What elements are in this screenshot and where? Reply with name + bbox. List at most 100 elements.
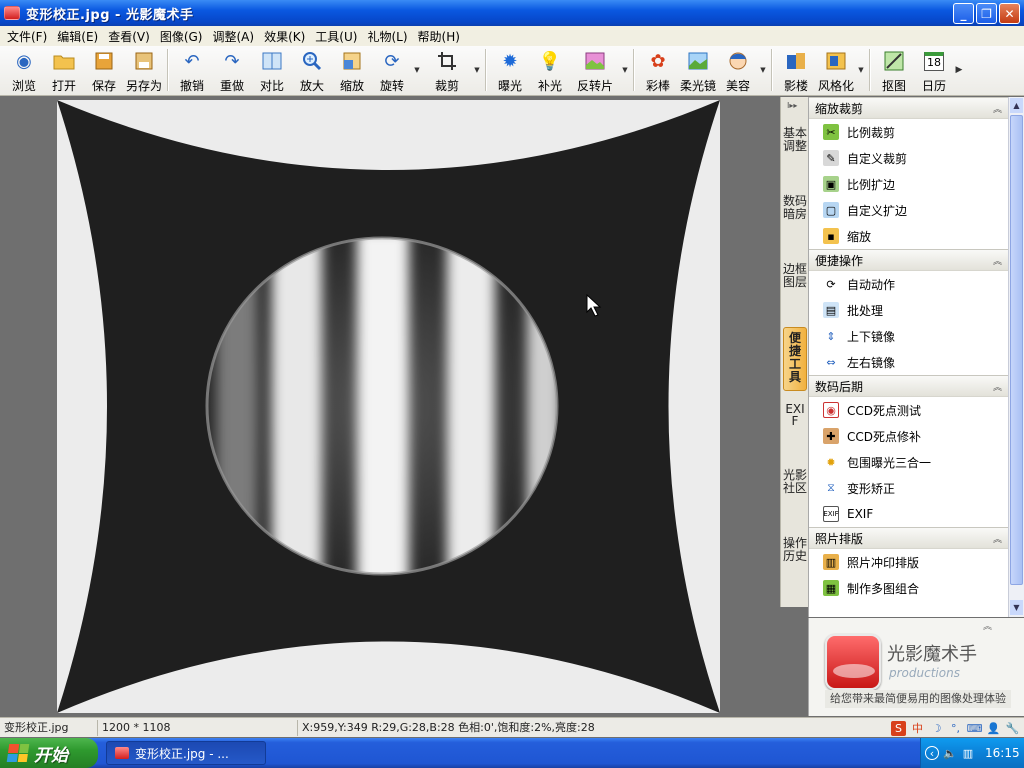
exposure-button[interactable]: ✹ 曝光: [490, 46, 530, 94]
fill-light-button[interactable]: 💡 补光: [530, 46, 570, 94]
scroll-up-icon[interactable]: ▲: [1010, 98, 1023, 113]
menu-file[interactable]: 文件(F): [2, 28, 52, 45]
panel-item-custom-border[interactable]: ▢ 自定义扩边: [809, 197, 1008, 223]
panel-scrollbar[interactable]: ▲ ▼: [1008, 97, 1024, 617]
color-wand-button[interactable]: ✿ 彩棒: [638, 46, 678, 94]
zoom-in-button[interactable]: 放大: [292, 46, 332, 94]
image-canvas[interactable]: [0, 97, 780, 717]
tab-community[interactable]: 光影社区: [783, 469, 807, 527]
collapse-icon[interactable]: ︽: [993, 102, 1002, 115]
save-button[interactable]: 保存: [84, 46, 124, 94]
open-button[interactable]: 打开: [44, 46, 84, 94]
wrench-icon[interactable]: 🔧: [1005, 721, 1020, 736]
toolbar-separator: [633, 49, 635, 91]
ime-lang-icon[interactable]: 中: [910, 721, 925, 736]
cutout-icon: [883, 50, 905, 72]
minimize-button[interactable]: _: [953, 3, 974, 24]
film-dropdown[interactable]: ▼: [620, 46, 630, 94]
tab-quick-tools[interactable]: 便捷工具: [783, 327, 807, 391]
tab-basic-adjust[interactable]: 基本调整: [783, 127, 807, 185]
scroll-thumb[interactable]: [1010, 115, 1023, 585]
section-header[interactable]: 照片排版 ︽: [809, 527, 1008, 549]
calendar-button[interactable]: 18 日历: [914, 46, 954, 94]
menu-tools[interactable]: 工具(U): [310, 28, 362, 45]
scroll-down-icon[interactable]: ▼: [1010, 600, 1023, 615]
panel-item-ccd-test[interactable]: ◉ CCD死点测试: [809, 397, 1008, 423]
compare-button[interactable]: 对比: [252, 46, 292, 94]
panel-item-resize[interactable]: ▪ 缩放: [809, 223, 1008, 249]
close-button[interactable]: ✕: [999, 3, 1020, 24]
tab-exif[interactable]: EXIF: [783, 403, 807, 461]
undo-button[interactable]: ↶ 撤销: [172, 46, 212, 94]
panel-item-auto-action[interactable]: ⟳ 自动动作: [809, 271, 1008, 297]
panel-item-distortion-correct[interactable]: ⧖ 变形矫正: [809, 475, 1008, 501]
panel-item-collage[interactable]: ▦ 制作多图组合: [809, 575, 1008, 601]
menu-gifts[interactable]: 礼物(L): [362, 28, 412, 45]
studio-button[interactable]: 影楼: [776, 46, 816, 94]
speaker-icon[interactable]: 🔈: [943, 746, 957, 760]
sogou-icon[interactable]: S: [891, 720, 906, 736]
collapse-icon[interactable]: ︽: [993, 380, 1002, 393]
menu-image[interactable]: 图像(G): [155, 28, 208, 45]
rotate-dropdown[interactable]: ▼: [412, 46, 422, 94]
stylize-dropdown[interactable]: ▼: [856, 46, 866, 94]
panel-item-print-layout[interactable]: ▥ 照片冲印排版: [809, 549, 1008, 575]
keyboard-icon[interactable]: ⌨: [967, 721, 983, 736]
user-icon[interactable]: 👤: [986, 721, 1001, 736]
panel-item-flip-horizontal[interactable]: ⇔ 左右镜像: [809, 349, 1008, 375]
crop-button[interactable]: 裁剪: [422, 46, 472, 94]
beauty-dropdown[interactable]: ▼: [758, 46, 768, 94]
crop-dropdown[interactable]: ▼: [472, 46, 482, 94]
soft-focus-button[interactable]: 柔光镜: [678, 46, 718, 94]
panel-item-ccd-repair[interactable]: ✚ CCD死点修补: [809, 423, 1008, 449]
panel-item-exif[interactable]: EXIF EXIF: [809, 501, 1008, 527]
tray-expand-icon[interactable]: ‹: [925, 746, 939, 760]
toolbar-separator: [771, 49, 773, 91]
panel-item-flip-vertical[interactable]: ⇕ 上下镜像: [809, 323, 1008, 349]
taskbar-app-button[interactable]: 变形校正.jpg - ...: [106, 741, 266, 765]
ime-moon-icon[interactable]: ☽: [929, 721, 944, 736]
floppy-icon: [93, 50, 115, 72]
distortion-icon: ⧖: [827, 481, 835, 494]
ccd-repair-icon: ✚: [823, 428, 839, 444]
resize-icon: ▪: [823, 228, 839, 244]
collapse-icon[interactable]: ︽: [993, 254, 1002, 267]
calendar-icon: 18: [923, 50, 945, 72]
save-as-button[interactable]: 另存为: [124, 46, 164, 94]
menu-effects[interactable]: 效果(K): [259, 28, 310, 45]
section-header[interactable]: 便捷操作 ︽: [809, 249, 1008, 271]
reverse-film-button[interactable]: 反转片: [570, 46, 620, 94]
menu-help[interactable]: 帮助(H): [413, 28, 465, 45]
beauty-button[interactable]: 美容: [718, 46, 758, 94]
panel-item-hdr-merge[interactable]: ✹ 包围曝光三合一: [809, 449, 1008, 475]
section-header[interactable]: 数码后期 ︽: [809, 375, 1008, 397]
resize-button[interactable]: 缩放: [332, 46, 372, 94]
panel-item-ratio-border[interactable]: ▣ 比例扩边: [809, 171, 1008, 197]
collapse-icon[interactable]: ︽: [993, 532, 1002, 545]
tab-border-layer[interactable]: 边框图层: [783, 263, 807, 321]
cutout-button[interactable]: 抠图: [874, 46, 914, 94]
browse-button[interactable]: ◉ 浏览: [4, 46, 44, 94]
redo-button[interactable]: ↷ 重做: [212, 46, 252, 94]
toolbar-separator: [167, 49, 169, 91]
expand-arrows-icon[interactable]: I▸▸: [787, 101, 797, 110]
tab-digital-darkroom[interactable]: 数码暗房: [783, 195, 807, 253]
tab-history[interactable]: 操作历史: [783, 537, 807, 595]
menu-view[interactable]: 查看(V): [103, 28, 155, 45]
start-button[interactable]: 开始: [0, 738, 98, 768]
menu-edit[interactable]: 编辑(E): [52, 28, 103, 45]
panel-item-custom-crop[interactable]: ✎ 自定义裁剪: [809, 145, 1008, 171]
film-icon: [584, 50, 606, 72]
section-header[interactable]: 缩放裁剪 ︽: [809, 97, 1008, 119]
stylize-button[interactable]: 风格化: [816, 46, 856, 94]
rotate-button[interactable]: ⟳ 旋转: [372, 46, 412, 94]
ime-punct-icon[interactable]: °,: [948, 721, 963, 736]
collapse-icon[interactable]: ︽: [983, 619, 992, 632]
panel-item-batch[interactable]: ▤ 批处理: [809, 297, 1008, 323]
taskbar: 开始 变形校正.jpg - ... ‹ 🔈 ▥ 16:15: [0, 738, 1024, 768]
maximize-button[interactable]: ❐: [976, 3, 997, 24]
network-icon[interactable]: ▥: [961, 746, 975, 760]
panel-item-ratio-crop[interactable]: ✂ 比例裁剪: [809, 119, 1008, 145]
toolbar-overflow[interactable]: ▶: [954, 46, 964, 94]
menu-adjust[interactable]: 调整(A): [207, 28, 259, 45]
